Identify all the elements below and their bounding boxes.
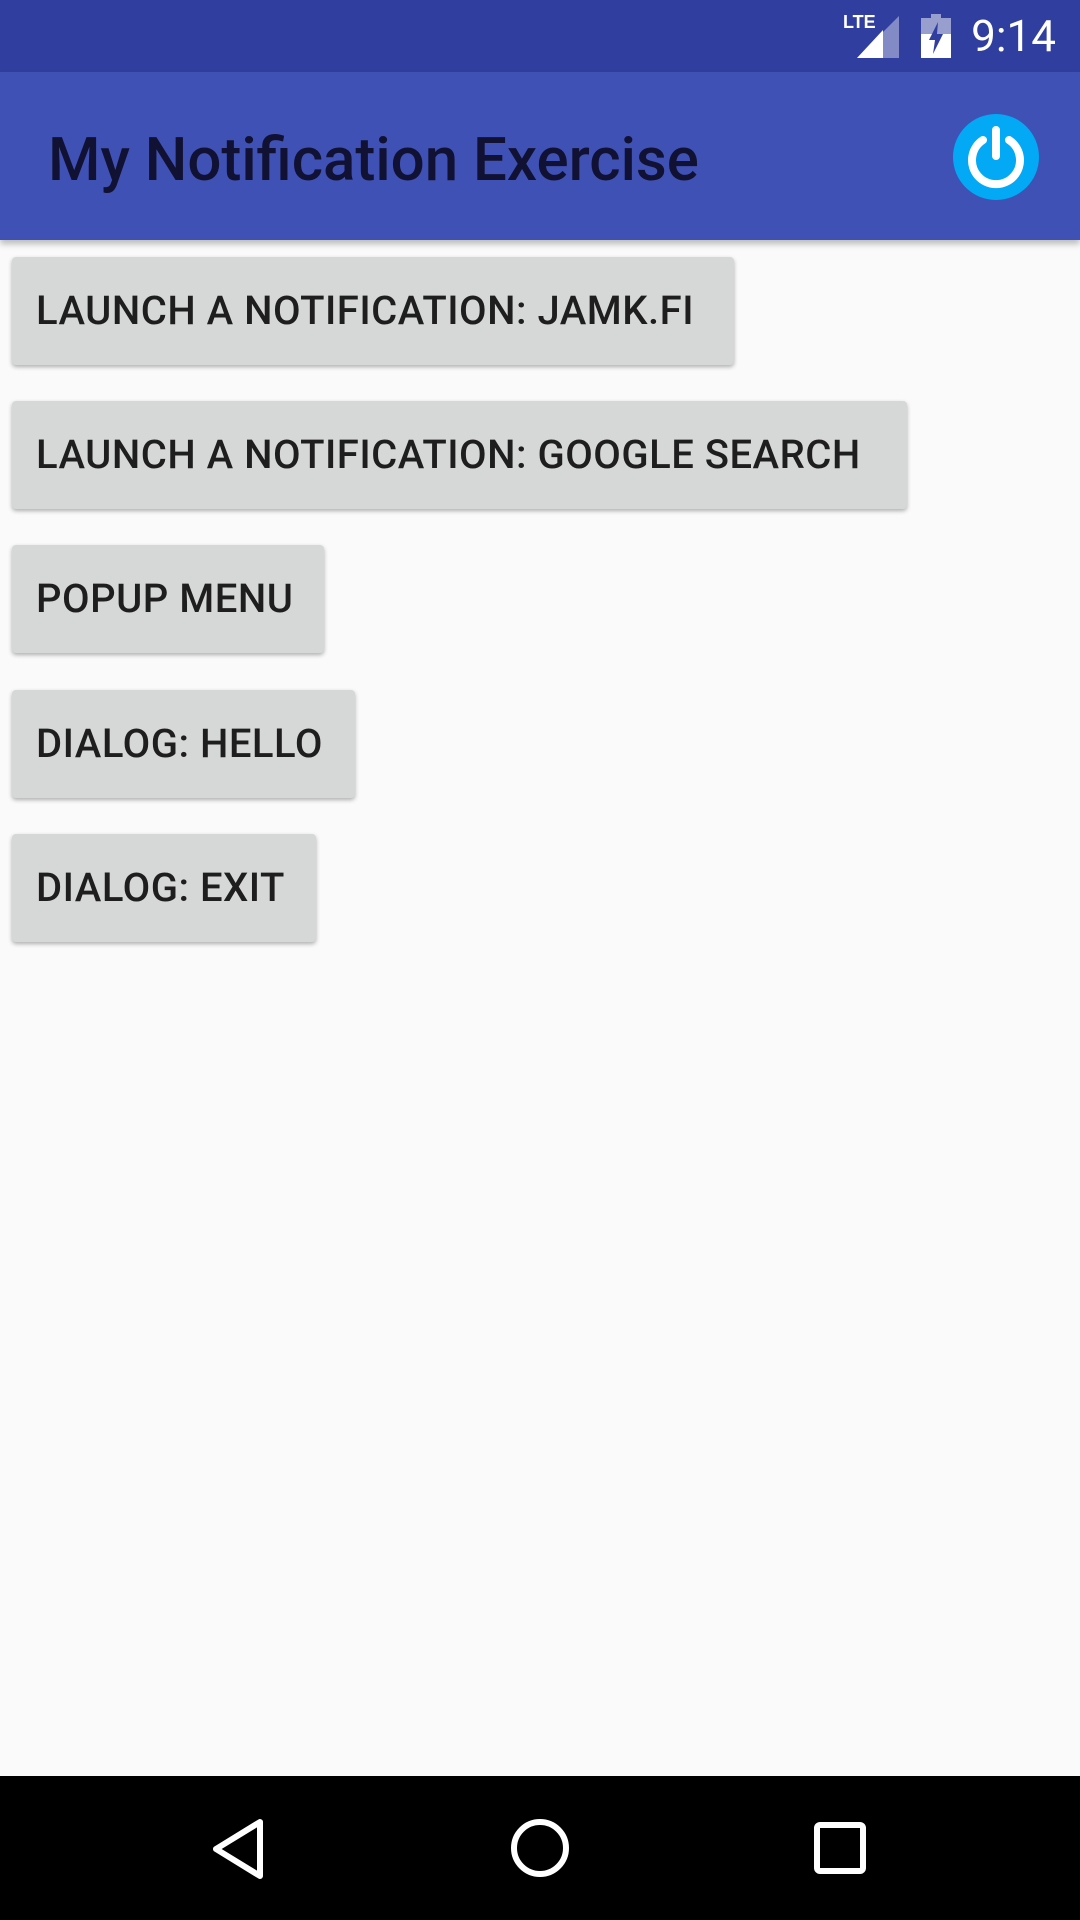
back-button[interactable] bbox=[160, 1776, 320, 1920]
dialog-hello-button[interactable]: DIALOG: HELLO bbox=[12, 690, 355, 798]
power-button[interactable] bbox=[953, 114, 1039, 200]
network-label: LTE bbox=[843, 12, 876, 32]
status-bar: LTE 9:14 bbox=[0, 0, 1080, 72]
dialog-exit-button[interactable]: DIALOG: EXIT bbox=[12, 834, 316, 942]
back-icon bbox=[213, 1819, 263, 1879]
lte-signal-icon: LTE bbox=[843, 12, 899, 58]
home-icon bbox=[511, 1819, 569, 1877]
recents-button[interactable] bbox=[760, 1776, 920, 1920]
app-bar: My Notification Exercise bbox=[0, 72, 1080, 240]
recents-icon bbox=[814, 1822, 866, 1874]
power-icon bbox=[968, 126, 1024, 189]
navigation-bar bbox=[0, 1776, 1080, 1920]
popup-menu-button[interactable]: POPUP MENU bbox=[12, 545, 324, 653]
launch-notification-jamk-button[interactable]: LAUNCH A NOTIFICATION: JAMK.FI bbox=[12, 257, 734, 365]
app-screen: LTE 9:14 My Notification Exercise LAUNCH… bbox=[0, 0, 1080, 1920]
launch-notification-google-button[interactable]: LAUNCH A NOTIFICATION: GOOGLE SEARCH bbox=[12, 401, 907, 509]
home-button[interactable] bbox=[460, 1776, 620, 1920]
status-clock: 9:14 bbox=[971, 10, 1056, 62]
battery-charging-icon bbox=[921, 14, 951, 58]
app-title: My Notification Exercise bbox=[48, 124, 699, 195]
